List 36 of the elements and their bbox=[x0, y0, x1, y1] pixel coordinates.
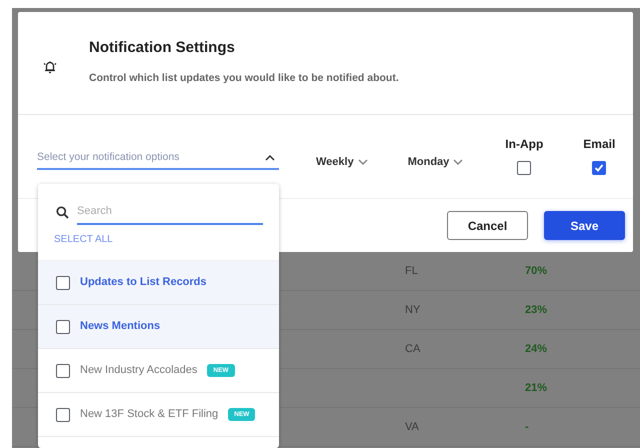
channel-label: Email bbox=[583, 136, 616, 153]
option-checkbox[interactable] bbox=[56, 408, 70, 422]
channel-label: In-App bbox=[505, 136, 544, 153]
bell-icon bbox=[42, 59, 58, 75]
select-all-link[interactable]: SELECT ALL bbox=[54, 232, 113, 247]
option-checkbox[interactable] bbox=[56, 320, 70, 334]
option-row[interactable]: News Mentions bbox=[38, 305, 279, 349]
dialog-subtitle: Control which list updates you would like to be notified about. bbox=[89, 71, 399, 86]
channel-checkbox[interactable] bbox=[592, 161, 606, 175]
table-cell-text: VA bbox=[405, 420, 420, 435]
frequency-dropdown[interactable]: Weekly bbox=[316, 155, 368, 169]
table-cell-text: 21% bbox=[525, 380, 548, 396]
dialog-title: Notification Settings bbox=[89, 39, 236, 58]
option-label: New 13F Stock & ETF Filing bbox=[80, 407, 218, 422]
option-label: New Industry Accolades bbox=[80, 363, 198, 378]
table-cell-text: 23% bbox=[525, 302, 548, 318]
chevron-icon bbox=[358, 158, 368, 166]
search-icon bbox=[56, 206, 69, 218]
option-row[interactable]: Updates to List Records bbox=[38, 261, 279, 305]
day-dropdown[interactable]: Monday bbox=[408, 155, 464, 169]
notification-options-select[interactable]: Select your notification options bbox=[37, 148, 279, 170]
option-checkbox[interactable] bbox=[56, 276, 70, 290]
table-cell-text: FL bbox=[405, 264, 419, 279]
option-label: Updates to List Records bbox=[80, 275, 207, 290]
table-cell-text: - bbox=[525, 420, 530, 435]
table-cell-text: CA bbox=[405, 342, 422, 357]
chevron-icon bbox=[265, 154, 275, 162]
table-cell-text: 24% bbox=[525, 342, 548, 357]
channel-checkbox[interactable] bbox=[517, 161, 532, 175]
table-cell-text: 70% bbox=[525, 264, 548, 279]
table-cell-text: NY bbox=[405, 302, 422, 318]
save-button[interactable]: Save bbox=[544, 211, 625, 240]
chevron-icon bbox=[453, 158, 464, 166]
option-label: News Mentions bbox=[80, 319, 160, 334]
cancel-button[interactable]: Cancel bbox=[447, 211, 528, 240]
option-checkbox[interactable] bbox=[56, 364, 70, 378]
